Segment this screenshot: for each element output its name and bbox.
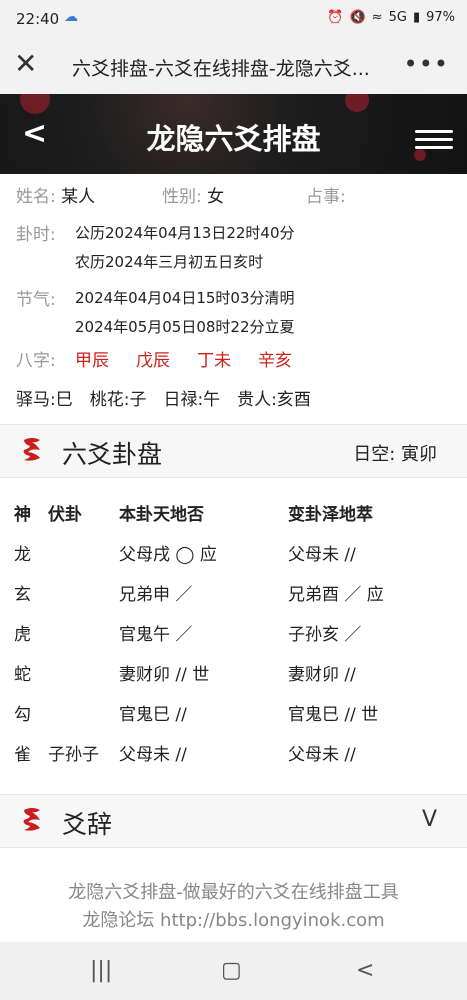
hamburger-menu-icon[interactable]: [415, 130, 453, 154]
table-row: 雀 子孙子 父母未 // 父母未 //: [0, 740, 467, 770]
system-nav-bar: ||| ▢ <: [0, 942, 467, 1000]
name-row: 姓名: 某人: [16, 182, 95, 207]
table-header: 神 伏卦 本卦天地否 变卦泽地萃: [0, 500, 467, 530]
rikong-label: 日空: 寅卯: [353, 444, 437, 465]
cell-shen: 玄: [14, 585, 31, 605]
cell-bengua: 妻财卯 // 世: [119, 665, 210, 685]
status-icons: ⏰ 🔇 ≈ 5G ▮ 97%: [327, 10, 455, 25]
cell-biangua: 父母未 //: [288, 545, 356, 565]
alarm-icon: ⏰: [327, 10, 344, 25]
col-bengua: 本卦天地否: [119, 505, 204, 525]
cell-biangua: 兄弟酉 ／ 应: [288, 585, 384, 605]
bazi-hour: 辛亥: [258, 351, 292, 371]
col-fugua: 伏卦: [48, 505, 82, 525]
time-lunar: 农历2024年三月初五日亥时: [75, 253, 264, 271]
bazi-year: 甲辰: [75, 351, 109, 371]
cell-shen: 雀: [14, 745, 31, 765]
battery-text: 97%: [426, 10, 455, 25]
cell-bengua: 父母戌 ◯ 应: [119, 545, 217, 565]
dragon-icon: [23, 808, 40, 831]
jieqi-second: 2024年05月05日08时22分立夏: [75, 318, 295, 336]
cell-biangua: 子孙亥 ／: [288, 625, 362, 645]
cell-biangua: 妻财卯 //: [288, 665, 356, 685]
time-row: 卦时:: [16, 220, 56, 245]
cell-shen: 龙: [14, 545, 31, 565]
col-shen: 神: [14, 505, 31, 525]
cell-fugua: 子孙子: [48, 745, 99, 765]
back-nav-icon[interactable]: <: [356, 958, 374, 983]
mute-icon: 🔇: [349, 10, 366, 25]
footer-forum-link[interactable]: 龙隐论坛 http://bbs.longyinok.com: [0, 906, 467, 932]
more-options-icon[interactable]: •••: [404, 50, 449, 78]
gender-value: 女: [207, 187, 225, 207]
gua-section-header: 六爻卦盘 日空: 寅卯: [0, 424, 467, 478]
yaoci-section-header[interactable]: 爻辞 V: [0, 794, 467, 848]
col-biangua: 变卦泽地萃: [288, 505, 373, 525]
matter-label: 占事:: [306, 187, 346, 207]
jieqi-label: 节气:: [16, 290, 56, 310]
signal-label: 5G: [388, 10, 407, 25]
bazi-month: 戊辰: [136, 351, 170, 371]
decor-dot: [345, 94, 369, 112]
cell-biangua: 父母未 //: [288, 745, 356, 765]
table-row: 龙 父母戌 ◯ 应 父母未 //: [0, 540, 467, 570]
signal-icon: ▮: [412, 10, 421, 25]
status-time: 22:40: [16, 10, 60, 28]
browser-toolbar: ✕ 六爻排盘-六爻在线排盘-龙隐六爻... •••: [0, 38, 467, 94]
decor-dot: [20, 94, 50, 114]
time-label: 卦时:: [16, 225, 56, 245]
cloud-icon: ☁: [64, 9, 78, 25]
cell-shen: 勾: [14, 705, 31, 725]
jieqi-row: 节气:: [16, 285, 56, 310]
browser-title: 六爻排盘-六爻在线排盘-龙隐六爻...: [72, 58, 370, 80]
cell-bengua: 父母未 //: [119, 745, 187, 765]
table-row: 虎 官鬼午 ／ 子孙亥 ／: [0, 620, 467, 650]
bazi-row: 八字:: [16, 346, 56, 371]
yaoci-section-title: 爻辞: [62, 810, 113, 839]
time-solar: 公历2024年04月13日22时40分: [75, 224, 295, 242]
chevron-down-icon[interactable]: V: [422, 807, 437, 832]
page-title: 龙隐六爻排盘: [146, 122, 321, 156]
matter-row: 占事:: [306, 182, 346, 207]
cell-bengua: 官鬼巳 //: [119, 705, 187, 725]
cell-bengua: 兄弟申 ／: [119, 585, 193, 605]
gua-section-title: 六爻卦盘: [62, 440, 163, 469]
bazi-day: 丁未: [197, 351, 231, 371]
bazi-label: 八字:: [16, 351, 56, 371]
cell-bengua: 官鬼午 ／: [119, 625, 193, 645]
table-row: 勾 官鬼巳 // 官鬼巳 // 世: [0, 700, 467, 730]
wifi-icon: ≈: [371, 10, 383, 25]
cell-shen: 虎: [14, 625, 31, 645]
status-bar: 22:40 ☁ ⏰ 🔇 ≈ 5G ▮ 97%: [0, 0, 467, 38]
dragon-icon: [23, 438, 40, 461]
name-label: 姓名:: [16, 187, 56, 207]
close-icon[interactable]: ✕: [14, 50, 40, 78]
gender-label: 性别:: [162, 187, 202, 207]
jieqi-first: 2024年04月04日15时03分清明: [75, 289, 295, 307]
home-icon[interactable]: ▢: [221, 958, 242, 983]
recent-apps-icon[interactable]: |||: [90, 958, 112, 983]
shensha-row: 驿马:巳 桃花:子 日禄:午 贵人:亥酉: [16, 390, 311, 410]
footer-tagline: 龙隐六爻排盘-做最好的六爻在线排盘工具: [68, 882, 399, 903]
cell-biangua: 官鬼巳 // 世: [288, 705, 379, 725]
table-row: 蛇 妻财卯 // 世 妻财卯 //: [0, 660, 467, 690]
gender-row: 性别: 女: [162, 182, 224, 207]
site-header: < 龙隐六爻排盘: [0, 94, 467, 174]
cell-shen: 蛇: [14, 665, 31, 685]
table-row: 玄 兄弟申 ／ 兄弟酉 ／ 应: [0, 580, 467, 610]
name-value: 某人: [61, 187, 96, 207]
